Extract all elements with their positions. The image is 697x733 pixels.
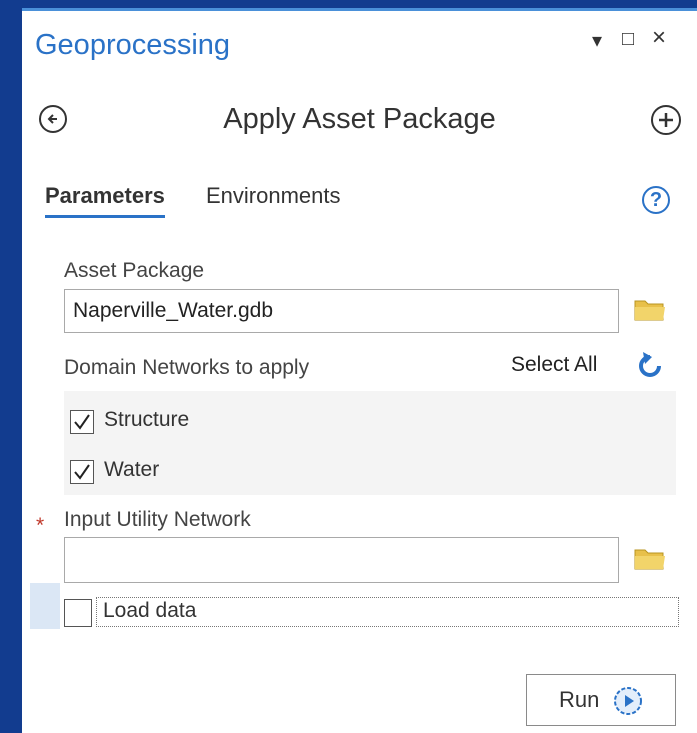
run-button[interactable]: Run (526, 674, 676, 726)
tab-environments[interactable]: Environments (206, 183, 341, 209)
maximize-button[interactable]: □ (622, 28, 634, 51)
asset-package-label: Asset Package (64, 259, 205, 282)
load-data-label[interactable]: Load data (96, 597, 679, 627)
geoprocessing-pane: Geoprocessing ▾ □ × Apply Asset Package … (22, 8, 697, 733)
structure-checkbox[interactable] (70, 410, 94, 434)
tool-header: Apply Asset Package (22, 99, 697, 143)
check-icon (74, 414, 90, 430)
check-icon (74, 464, 90, 480)
domain-networks-list: Structure Water (64, 391, 676, 495)
close-button[interactable]: × (652, 24, 666, 52)
pane-menu-button[interactable]: ▾ (592, 28, 602, 53)
input-utility-network-label: Input Utility Network (64, 508, 251, 531)
asset-package-input[interactable]: Naperville_Water.gdb (64, 289, 619, 333)
help-icon[interactable]: ? (642, 186, 670, 214)
add-circle-icon[interactable] (651, 105, 681, 135)
focus-indicator (30, 583, 60, 629)
water-checkbox[interactable] (70, 460, 94, 484)
tool-title: Apply Asset Package (223, 103, 496, 135)
folder-icon[interactable] (634, 296, 666, 322)
structure-label: Structure (104, 408, 190, 431)
select-all-link[interactable]: Select All (511, 353, 597, 377)
folder-icon[interactable] (634, 545, 666, 571)
run-play-icon (614, 687, 642, 715)
required-marker: * (36, 514, 45, 537)
input-utility-network-field[interactable] (64, 537, 619, 583)
run-label: Run (559, 687, 600, 712)
load-data-checkbox[interactable] (64, 599, 92, 627)
refresh-icon[interactable] (633, 349, 667, 383)
tab-parameters[interactable]: Parameters (45, 183, 165, 218)
domain-networks-label: Domain Networks to apply (64, 356, 310, 379)
pane-title: Geoprocessing (35, 29, 231, 61)
water-label: Water (104, 458, 160, 481)
